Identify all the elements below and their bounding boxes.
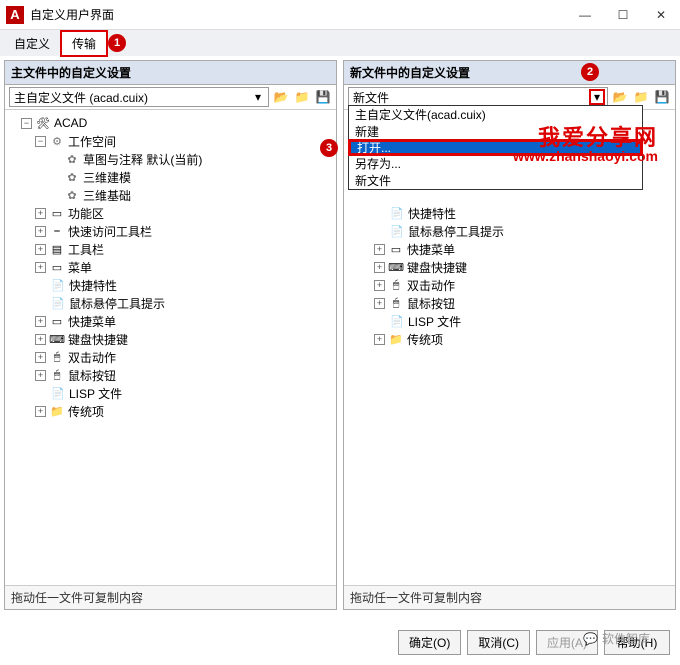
tree-item[interactable]: 快捷菜单 <box>405 241 455 258</box>
tree-item[interactable]: 三维建模 <box>81 169 131 186</box>
tree-workspace[interactable]: 工作空间 <box>66 133 116 150</box>
window-title: 自定义用户界面 <box>30 6 566 23</box>
expand-icon[interactable]: + <box>374 334 385 345</box>
tree-item[interactable]: 键盘快捷键 <box>405 259 467 276</box>
expand-icon[interactable]: + <box>374 244 385 255</box>
tree-item[interactable]: 快捷菜单 <box>66 313 116 330</box>
watermark-url: www.zhanshaoyi.com <box>513 148 658 164</box>
new-folder-icon[interactable]: 📁 <box>632 88 650 106</box>
left-tree[interactable]: −🛠ACAD −⚙工作空间 ✿草图与注释 默认(当前) ✿三维建模 ✿三维基础 … <box>5 110 336 585</box>
tree-item[interactable]: LISP 文件 <box>67 385 122 402</box>
expand-icon[interactable]: + <box>35 244 46 255</box>
tree-item[interactable]: 鼠标按钮 <box>405 295 455 312</box>
right-panel-header: 新文件中的自定义设置 <box>344 61 675 85</box>
tree-root: −🛠ACAD <box>7 114 334 132</box>
left-toolbar: 主自定义文件 (acad.cuix) ▾ 📂 📁 💾 <box>5 85 336 110</box>
tree-item[interactable]: 双击动作 <box>405 277 455 294</box>
tree-item[interactable]: 功能区 <box>66 205 104 222</box>
right-panel-footer: 拖动任一文件可复制内容 <box>344 585 675 609</box>
left-panel-header: 主文件中的自定义设置 <box>5 61 336 85</box>
expand-icon[interactable]: + <box>374 262 385 273</box>
callout-2: 2 <box>581 63 599 81</box>
save-icon[interactable]: 💾 <box>314 88 332 106</box>
tree-item[interactable]: 快捷特性 <box>406 205 456 222</box>
minimize-button[interactable]: ― <box>566 0 604 30</box>
tree-item[interactable]: 工具栏 <box>66 241 104 258</box>
tree-item[interactable]: 草图与注释 默认(当前) <box>81 151 202 168</box>
tab-transfer[interactable]: 传输 <box>60 30 108 57</box>
left-dropdown-value: 主自定义文件 (acad.cuix) <box>14 89 148 106</box>
tab-bar: 自定义 传输 1 <box>0 30 680 56</box>
collapse-icon[interactable]: − <box>21 118 32 129</box>
expand-icon[interactable]: + <box>35 316 46 327</box>
open-folder-icon[interactable]: 📂 <box>611 88 629 106</box>
titlebar: A 自定义用户界面 ― ☐ ✕ <box>0 0 680 30</box>
app-logo-icon: A <box>6 6 24 24</box>
wechat-watermark: 💬 软件智库 <box>583 630 650 647</box>
left-panel-footer: 拖动任一文件可复制内容 <box>5 585 336 609</box>
expand-icon[interactable]: + <box>35 208 46 219</box>
cancel-button[interactable]: 取消(C) <box>467 630 530 655</box>
tree-item[interactable]: LISP 文件 <box>406 313 461 330</box>
tree-item[interactable]: 三维基础 <box>81 187 131 204</box>
expand-icon[interactable]: + <box>35 352 46 363</box>
expand-icon[interactable]: + <box>374 298 385 309</box>
tree-item[interactable]: 双击动作 <box>66 349 116 366</box>
tree-item[interactable]: 菜单 <box>66 259 92 276</box>
maximize-button[interactable]: ☐ <box>604 0 642 30</box>
new-folder-icon[interactable]: 📁 <box>293 88 311 106</box>
tree-item[interactable]: 鼠标按钮 <box>66 367 116 384</box>
dropdown-item[interactable]: 新文件 <box>349 172 642 189</box>
tree-item[interactable]: 快捷特性 <box>67 277 117 294</box>
chevron-down-icon: ▾ <box>250 89 266 105</box>
tree-item[interactable]: 鼠标悬停工具提示 <box>67 295 165 312</box>
right-dropdown-value: 新文件 <box>353 89 389 106</box>
chevron-down-icon: ▾ <box>589 89 605 105</box>
open-folder-icon[interactable]: 📂 <box>272 88 290 106</box>
left-panel: 主文件中的自定义设置 主自定义文件 (acad.cuix) ▾ 📂 📁 💾 −🛠… <box>4 60 337 610</box>
wechat-icon: 💬 <box>583 632 598 646</box>
callout-1: 1 <box>108 34 126 52</box>
expand-icon[interactable]: + <box>35 334 46 345</box>
expand-icon[interactable]: + <box>35 226 46 237</box>
expand-icon[interactable]: + <box>35 262 46 273</box>
tree-item[interactable]: 鼠标悬停工具提示 <box>406 223 504 240</box>
left-file-dropdown[interactable]: 主自定义文件 (acad.cuix) ▾ <box>9 87 269 107</box>
callout-3: 3 <box>320 139 338 157</box>
tree-item[interactable]: 传统项 <box>66 403 104 420</box>
expand-icon[interactable]: + <box>35 406 46 417</box>
expand-icon[interactable]: + <box>374 280 385 291</box>
tree-item[interactable]: 键盘快捷键 <box>66 331 128 348</box>
tree-item[interactable]: 传统项 <box>405 331 443 348</box>
close-button[interactable]: ✕ <box>642 0 680 30</box>
right-file-dropdown[interactable]: 新文件 ▾ <box>348 87 608 107</box>
collapse-icon[interactable]: − <box>35 136 46 147</box>
tab-customize[interactable]: 自定义 <box>4 32 60 55</box>
save-icon[interactable]: 💾 <box>653 88 671 106</box>
ok-button[interactable]: 确定(O) <box>398 630 461 655</box>
tree-item[interactable]: 快速访问工具栏 <box>66 223 152 240</box>
expand-icon[interactable]: + <box>35 370 46 381</box>
